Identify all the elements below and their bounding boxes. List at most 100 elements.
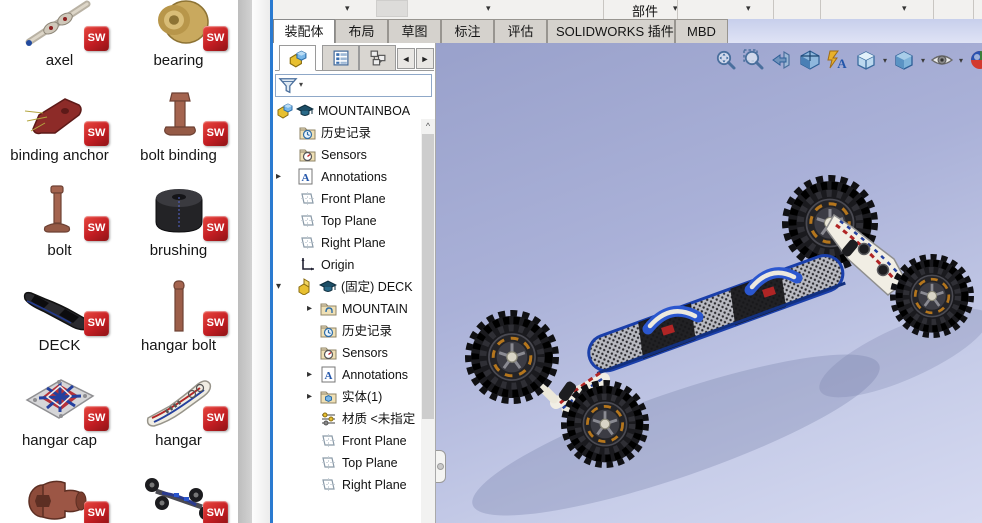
tree-item-sensors[interactable]: Sensors	[273, 144, 423, 166]
plane-icon	[299, 234, 316, 251]
tree-item-right-plane[interactable]: Right Plane	[273, 232, 423, 254]
tree-item-label: Annotations	[342, 368, 409, 382]
explorer-item-label: bearing	[153, 52, 204, 69]
dropdown-caret-icon[interactable]: ▾	[486, 3, 491, 14]
scroll-up-button[interactable]: ^	[421, 119, 435, 134]
tree-item-history[interactable]: 历史记录	[273, 122, 423, 144]
feature-manager-panel: ◄ ► ▾ MOUNTAINBOA 历史记录 Sensors ▸ Annotat…	[273, 43, 436, 523]
tree-item-history[interactable]: 历史记录	[273, 320, 423, 342]
component-button[interactable]: 部件	[617, 1, 673, 20]
solidworks-window: ▾ ▾ ▾ ▾ ▾ 部件 装配体 布局 草图 标注 评估 SOLIDWORKS …	[270, 0, 982, 523]
tree-item-material[interactable]: 材质 <未指定	[273, 408, 423, 430]
expand-arrow-icon[interactable]: ▾	[276, 276, 286, 298]
explorer-item-label: brushing	[149, 242, 208, 259]
tree-item-label: Front Plane	[342, 434, 407, 448]
graphics-viewport[interactable]: ▾ ▾ ▾	[436, 43, 982, 523]
filter-funnel-icon[interactable]	[278, 76, 298, 96]
part-icon	[297, 278, 314, 295]
solidworks-file-badge: SW	[84, 216, 109, 241]
dropdown-caret-icon[interactable]: ▾	[746, 3, 751, 14]
expand-arrow-icon[interactable]: ▸	[307, 298, 317, 320]
tree-item-top-plane[interactable]: Top Plane	[273, 452, 423, 474]
tab-solidworks-addins[interactable]: SOLIDWORKS 插件	[547, 19, 675, 43]
expand-arrow-icon[interactable]: ▸	[307, 386, 317, 408]
tab-layout[interactable]: 布局	[335, 19, 388, 43]
history-folder-icon	[299, 124, 316, 141]
toolbar-separator	[820, 0, 821, 19]
tab-assembly[interactable]: 装配体	[273, 19, 335, 43]
tree-item-label: Sensors	[342, 346, 388, 360]
tree-item-label: Top Plane	[321, 214, 377, 228]
panel-splitter-handle[interactable]	[436, 450, 446, 483]
explorer-item-binding-anchor[interactable]: SW binding anchor	[0, 85, 119, 180]
tree-item-right-plane[interactable]: Right Plane	[273, 474, 423, 496]
solidworks-file-badge: SW	[203, 121, 228, 146]
dropdown-caret-icon[interactable]: ▾	[345, 3, 350, 14]
tree-scrollbar[interactable]: ^	[421, 119, 435, 523]
tree-item-front-plane[interactable]: Front Plane	[273, 188, 423, 210]
tree-item-front-plane[interactable]: Front Plane	[273, 430, 423, 452]
property-list-icon	[332, 49, 350, 67]
tab-configurationmanager[interactable]	[359, 45, 396, 71]
tree-filter-box[interactable]: ▾	[275, 74, 432, 97]
toolbar-button-partial[interactable]	[376, 0, 408, 17]
tab-markup[interactable]: 标注	[441, 19, 494, 43]
explorer-item-deck[interactable]: SW DECK	[0, 275, 119, 370]
tree-item-fixed-deck[interactable]: ▾ (固定) DECK	[273, 276, 423, 298]
explorer-item-label: hangar	[155, 432, 202, 449]
toolbar-separator	[603, 0, 604, 19]
assembly-icon	[276, 102, 293, 119]
tab-sketch[interactable]: 草图	[388, 19, 441, 43]
panel-tab-scroll-right-button[interactable]: ►	[416, 48, 434, 69]
explorer-item-mountainboard[interactable]: SW	[119, 465, 238, 523]
explorer-item-spool[interactable]: SW	[0, 465, 119, 523]
explorer-item-hangar-bolt[interactable]: SW hangar bolt	[119, 275, 238, 370]
explorer-scrollbar[interactable]	[238, 0, 252, 523]
solidworks-file-badge: SW	[203, 26, 228, 51]
solidworks-file-badge: SW	[203, 216, 228, 241]
tree-item-origin[interactable]: Origin	[273, 254, 423, 276]
explorer-item-hangar[interactable]: SW hangar	[119, 370, 238, 465]
tree-item-label: Right Plane	[342, 478, 407, 492]
tree-item-top-plane[interactable]: Top Plane	[273, 210, 423, 232]
filter-caret-icon[interactable]: ▾	[299, 80, 303, 89]
tree-item-annotations[interactable]: ▸ Annotations	[273, 166, 423, 188]
mountainboard-3d-model[interactable]	[436, 43, 982, 523]
explorer-item-axel[interactable]: SW axel	[0, 0, 119, 85]
tab-featuremanager[interactable]	[279, 45, 316, 71]
explorer-item-bearing[interactable]: SW bearing	[119, 0, 238, 85]
toolbar-separator	[973, 0, 974, 19]
history-folder-icon	[320, 322, 337, 339]
window-gap	[252, 0, 270, 523]
tree-item-label: Origin	[321, 258, 355, 272]
tree-scrollbar-thumb[interactable]	[422, 134, 434, 419]
explorer-item-label: binding anchor	[10, 147, 109, 164]
expand-arrow-icon[interactable]: ▸	[276, 166, 286, 188]
deck[interactable]	[584, 250, 848, 375]
tree-item-solid-bodies[interactable]: ▸ 实体(1)	[273, 386, 423, 408]
tree-item-annotations[interactable]: ▸ Annotations	[273, 364, 423, 386]
tab-evaluate[interactable]: 评估	[494, 19, 547, 43]
solid-bodies-folder-icon	[320, 388, 337, 405]
graduation-cap-icon	[319, 278, 337, 294]
explorer-item-bolt-binding[interactable]: SW bolt binding	[119, 85, 238, 180]
expand-arrow-icon[interactable]: ▸	[307, 364, 317, 386]
panel-tab-scroll-left-button[interactable]: ◄	[397, 48, 415, 69]
tree-item-sensors[interactable]: Sensors	[273, 342, 423, 364]
explorer-item-hangar-cap[interactable]: SW hangar cap	[0, 370, 119, 465]
command-toolbar-row: ▾ ▾ ▾ ▾ ▾ 部件	[273, 0, 982, 19]
tree-item-label: Right Plane	[321, 236, 386, 250]
solidworks-file-badge: SW	[203, 501, 228, 523]
explorer-item-bolt[interactable]: SW bolt	[0, 180, 119, 275]
splitter-dot-icon	[437, 463, 444, 470]
tree-item-label: (固定) DECK	[341, 280, 413, 294]
tree-item-label: Front Plane	[321, 192, 386, 206]
explorer-item-brushing[interactable]: SW brushing	[119, 180, 238, 275]
tab-mbd[interactable]: MBD	[675, 19, 728, 43]
solidworks-file-badge: SW	[84, 406, 109, 431]
tree-item-mountain-folder[interactable]: ▸ MOUNTAIN	[273, 298, 423, 320]
tree-item-mountainboard-assembly[interactable]: MOUNTAINBOA	[273, 100, 423, 122]
tree-item-label: 实体(1)	[342, 390, 383, 404]
dropdown-caret-icon[interactable]: ▾	[902, 3, 907, 14]
tab-propertymanager[interactable]	[322, 45, 359, 71]
